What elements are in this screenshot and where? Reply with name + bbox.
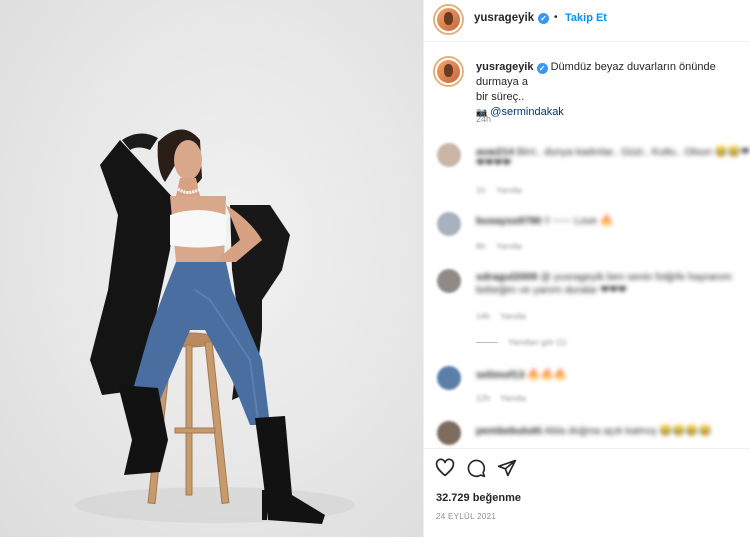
separator-dot: • <box>554 12 558 23</box>
comment-text: busayss9790 !! ~~~ Love 🔥 <box>476 215 614 227</box>
verified-icon: ✓ <box>538 13 549 24</box>
post-image <box>75 129 355 524</box>
comment-avatar[interactable] <box>437 212 461 236</box>
comment-avatar[interactable] <box>437 366 461 390</box>
comment-reply-button[interactable]: Yanıtla <box>496 185 522 195</box>
comment-reply-button[interactable]: Yanıtla <box>500 311 526 321</box>
comment-text: selimof13 🔥🔥🔥 <box>476 369 567 381</box>
comment-reply-button[interactable]: Yanıtla <box>496 241 522 251</box>
follow-button[interactable]: Takip Et <box>565 12 607 24</box>
comment-text: pembebulutti Abla doğma açık katmış 😂😂😂😂 <box>476 425 712 437</box>
caption-avatar[interactable] <box>435 58 462 85</box>
comment-time: 6h <box>476 241 486 251</box>
comment-time: 14h <box>476 311 491 321</box>
comment-avatar[interactable] <box>437 421 461 445</box>
caption: yusrageyik ✓ Dümdüz beyaz duvarların önü… <box>476 60 750 120</box>
caption-username[interactable]: yusrageyik <box>476 61 533 73</box>
like-count[interactable]: 32.729 beğenme <box>436 492 521 504</box>
verified-icon: ✓ <box>536 63 548 74</box>
author-username[interactable]: yusrageyik <box>474 12 534 24</box>
comment-avatar[interactable] <box>437 143 461 167</box>
post-date: 24 EYLÜL 2021 <box>436 512 497 521</box>
post-actions: 32.729 beğenme 24 EYLÜL 2021 <box>424 448 750 537</box>
post-header: yusrageyik ✓ • Takip Et <box>424 0 750 42</box>
caption-mention[interactable]: @sermindakak <box>490 106 564 118</box>
post-photo[interactable] <box>0 0 423 537</box>
share-icon[interactable] <box>497 458 517 478</box>
post-sidebar: yusrageyik ✓ • Takip Et yusrageyik ✓ Düm… <box>423 0 750 537</box>
caption-text-line2: bir süreç.. <box>476 91 525 103</box>
view-replies-button[interactable]: Yanıtları gör (1) <box>508 337 566 347</box>
comment-text: sdragul2009 @ yusrageyik ben senin fotğr… <box>476 271 732 283</box>
comment-time: 1h <box>476 185 486 195</box>
caption-time: 24h <box>476 114 492 124</box>
comment-emoji-line: ❤❤❤❤ <box>476 157 512 169</box>
comment-text-line2: bebeğim ve yanım duralar ❤❤❤ <box>476 284 627 296</box>
heart-icon[interactable] <box>435 458 455 478</box>
comment-avatar[interactable] <box>437 269 461 293</box>
comment-text: avaı214 Birri.. dunya kadınlar.. Güzi.. … <box>476 146 750 158</box>
comment-reply-button[interactable]: Yanıtla <box>500 393 526 403</box>
view-replies-divider <box>476 342 498 343</box>
comment-time: 12h <box>476 393 491 403</box>
comment-icon[interactable] <box>466 458 486 478</box>
author-avatar[interactable] <box>435 6 462 33</box>
